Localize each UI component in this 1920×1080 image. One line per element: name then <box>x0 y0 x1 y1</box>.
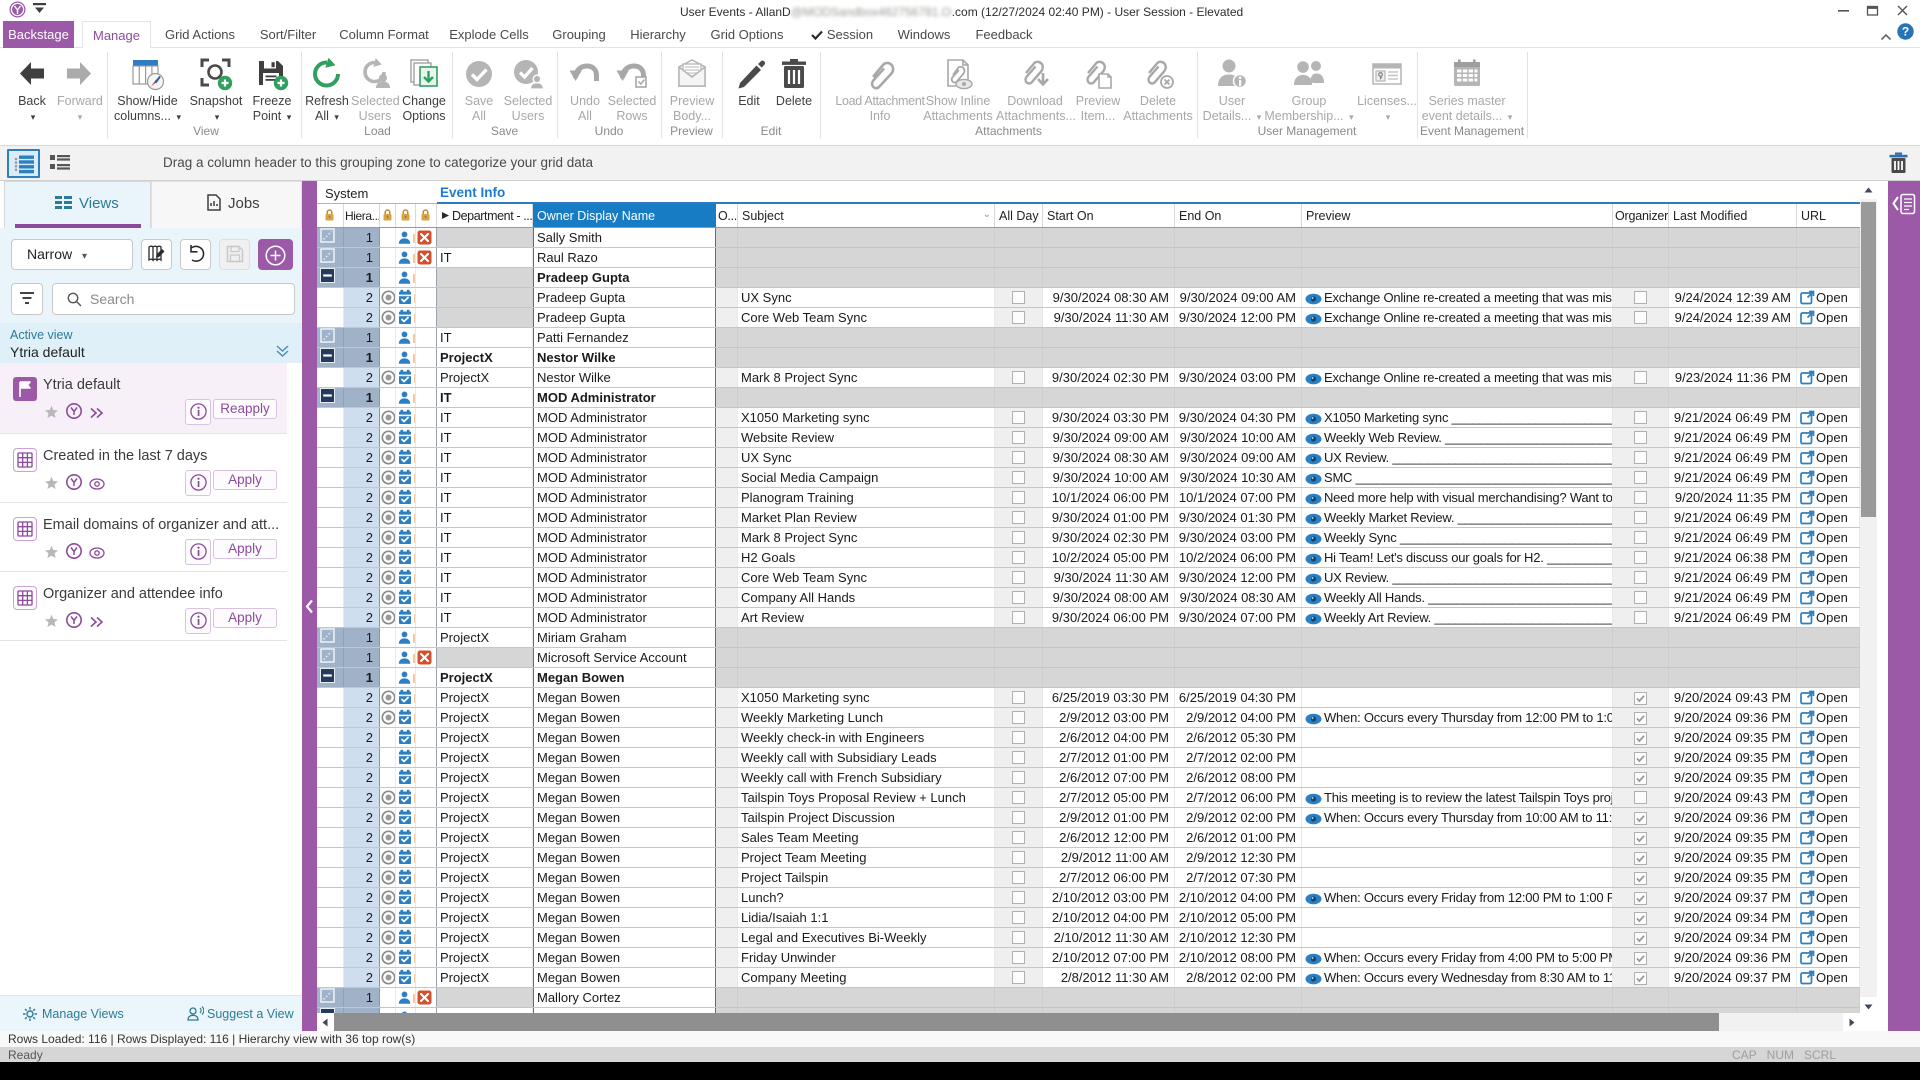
svg-text:?: ? <box>1902 25 1909 39</box>
